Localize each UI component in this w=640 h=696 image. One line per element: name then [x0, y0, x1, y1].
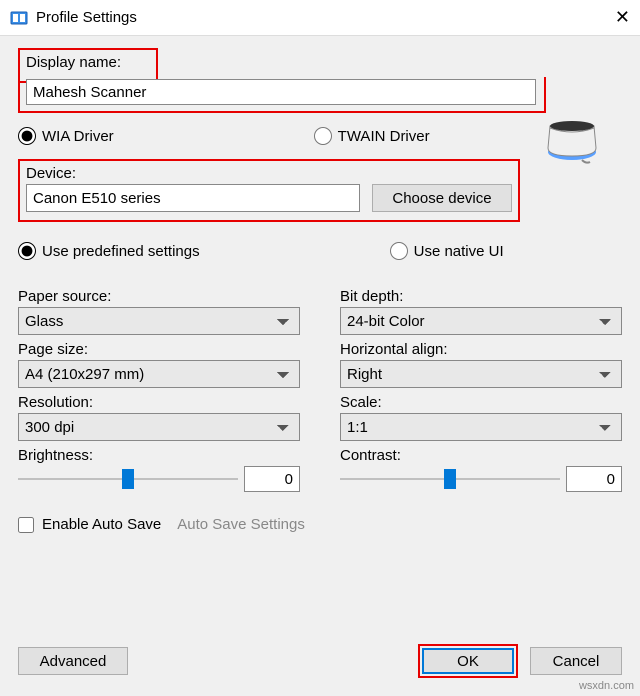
- device-label: Device:: [26, 165, 512, 182]
- enable-autosave-checkbox[interactable]: [18, 517, 34, 533]
- title-bar: Profile Settings ✕: [0, 0, 640, 36]
- advanced-button[interactable]: Advanced: [18, 647, 128, 675]
- native-ui-input[interactable]: [390, 242, 408, 260]
- device-field[interactable]: [26, 184, 360, 212]
- predefined-settings-label: Use predefined settings: [42, 243, 200, 260]
- app-icon: [10, 9, 28, 27]
- brightness-slider[interactable]: [18, 468, 238, 490]
- settings-mode-group: Use predefined settings Use native UI: [18, 242, 622, 260]
- device-highlight: Device: Choose device: [18, 159, 520, 222]
- watermark: wsxdn.com: [579, 680, 634, 692]
- contrast-label: Contrast:: [340, 447, 622, 464]
- twain-driver-label: TWAIN Driver: [338, 128, 430, 145]
- resolution-label: Resolution:: [18, 394, 300, 411]
- left-column: Paper source: Glass Page size: A4 (210x2…: [18, 288, 300, 498]
- native-ui-radio[interactable]: Use native UI: [390, 242, 504, 260]
- display-name-label: Display name:: [26, 54, 150, 71]
- scale-select[interactable]: 1:1: [340, 413, 622, 441]
- right-column: Bit depth: 24-bit Color Horizontal align…: [340, 288, 622, 498]
- native-ui-label: Use native UI: [414, 243, 504, 260]
- choose-device-button[interactable]: Choose device: [372, 184, 512, 212]
- scale-label: Scale:: [340, 394, 622, 411]
- bit-depth-label: Bit depth:: [340, 288, 622, 305]
- twain-driver-input[interactable]: [314, 127, 332, 145]
- paper-source-label: Paper source:: [18, 288, 300, 305]
- paper-source-select[interactable]: Glass: [18, 307, 300, 335]
- twain-driver-radio[interactable]: TWAIN Driver: [314, 127, 430, 145]
- window-title: Profile Settings: [36, 9, 600, 26]
- enable-autosave-label: Enable Auto Save: [42, 516, 161, 533]
- driver-radio-group: WIA Driver TWAIN Driver: [18, 127, 622, 145]
- halign-select[interactable]: Right: [340, 360, 622, 388]
- contrast-value[interactable]: [566, 466, 622, 492]
- predefined-settings-input[interactable]: [18, 242, 36, 260]
- halign-label: Horizontal align:: [340, 341, 622, 358]
- scanner-icon: [544, 108, 600, 168]
- autosave-settings-link: Auto Save Settings: [177, 516, 305, 533]
- autosave-row: Enable Auto Save Auto Save Settings: [18, 516, 622, 533]
- contrast-slider[interactable]: [340, 468, 560, 490]
- wia-driver-input[interactable]: [18, 127, 36, 145]
- page-size-label: Page size:: [18, 341, 300, 358]
- close-icon[interactable]: ✕: [600, 7, 630, 28]
- cancel-button[interactable]: Cancel: [530, 647, 622, 675]
- resolution-select[interactable]: 300 dpi: [18, 413, 300, 441]
- brightness-value[interactable]: [244, 466, 300, 492]
- settings-columns: Paper source: Glass Page size: A4 (210x2…: [18, 288, 622, 498]
- display-name-input[interactable]: [26, 79, 536, 105]
- predefined-settings-radio[interactable]: Use predefined settings: [18, 242, 200, 260]
- ok-highlight: OK: [418, 644, 518, 678]
- wia-driver-label: WIA Driver: [42, 128, 114, 145]
- brightness-label: Brightness:: [18, 447, 300, 464]
- wia-driver-radio[interactable]: WIA Driver: [18, 127, 114, 145]
- page-size-select[interactable]: A4 (210x297 mm): [18, 360, 300, 388]
- bit-depth-select[interactable]: 24-bit Color: [340, 307, 622, 335]
- client-area: Display name: WIA Driver TWAIN Driver: [0, 36, 640, 696]
- ok-button[interactable]: OK: [422, 648, 514, 674]
- bottom-buttons: Advanced OK Cancel: [18, 644, 622, 678]
